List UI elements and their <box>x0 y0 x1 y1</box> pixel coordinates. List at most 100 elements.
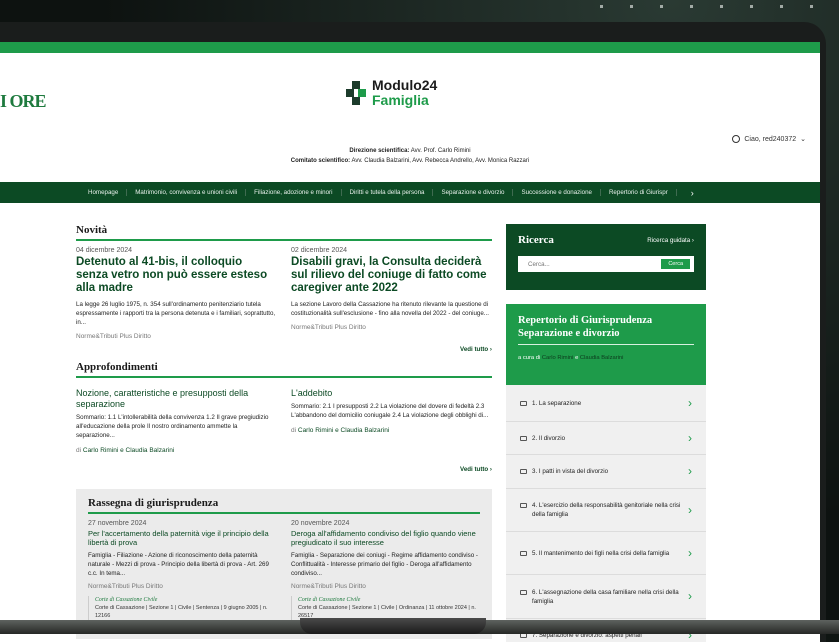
repertorio-item[interactable]: 2. Il divorzio › <box>506 422 706 455</box>
search-panel: Ricerca Ricerca guidata › Cerca <box>506 224 706 290</box>
nav-item-filiazione[interactable]: Filiazione, adozione e minori <box>246 189 342 196</box>
user-icon <box>732 135 741 143</box>
laptop-frame: I ORE Modulo24 Famiglia Ciao, red240372 … <box>0 22 826 642</box>
news-card: 02 dicembre 2024 Disabili gravi, la Cons… <box>291 247 492 340</box>
section-title-novita: Novità <box>76 224 492 241</box>
guided-search-link[interactable]: Ricerca guidata › <box>647 237 694 244</box>
nav-item-diritti[interactable]: Diritti e tutela della persona <box>342 189 434 196</box>
approfondimenti-see-all-link[interactable]: Vedi tutto › <box>76 466 492 473</box>
brand-logo[interactable]: Modulo24 Famiglia <box>346 78 437 107</box>
repertorio-item[interactable]: 6. L'assegnazione della casa familiare n… <box>506 575 706 619</box>
user-greeting: Ciao, red240372 <box>744 135 797 143</box>
section-title-approfondimenti: Approfondimenti <box>76 361 492 378</box>
folder-icon <box>520 435 527 441</box>
direzione-value: Avv. Prof. Carlo Rimini <box>410 148 471 154</box>
repertorio-item[interactable]: 1. La separazione › <box>506 385 706 422</box>
article-card: L'addebito Sommario: 2.1 I presupposti 2… <box>291 388 492 454</box>
article-authors: di Carlo Rimini e Claudia Balzarini <box>291 427 390 434</box>
user-menu[interactable]: Ciao, red240372 ⌄ <box>732 135 806 143</box>
case-date: 27 novembre 2024 <box>88 520 147 527</box>
top-stripe <box>0 42 820 53</box>
repertorio-item[interactable]: 3. I patti in vista del divorzio › <box>506 455 706 489</box>
article-authors: di Carlo Rimini e Claudia Balzarini <box>76 447 175 454</box>
browser-screen: I ORE Modulo24 Famiglia Ciao, red240372 … <box>0 42 820 642</box>
repertorio-panel: Repertorio di Giurisprudenza Separazione… <box>506 304 706 385</box>
folder-icon <box>520 503 527 508</box>
decorative-dots <box>600 5 830 8</box>
folder-icon <box>520 550 527 556</box>
chevron-right-icon: › <box>688 589 692 603</box>
section-title-rassegna: Rassegna di giurisprudenza <box>88 497 480 514</box>
news-summary: La legge 26 luglio 1975, n. 354 sull'ord… <box>76 301 276 326</box>
news-source: Norme&Tributi Plus Diritto <box>76 333 151 340</box>
chevron-right-icon: › <box>688 395 692 410</box>
repertorio-list: 1. La separazione › 2. Il divorzio › 3. … <box>506 385 706 642</box>
news-source: Norme&Tributi Plus Diritto <box>291 324 366 331</box>
chevron-right-icon: › <box>688 430 692 445</box>
case-card: 27 novembre 2024 Per l'accertamento dell… <box>88 520 277 620</box>
case-citation[interactable]: Corte di Cassazione | Sezione 1 | Civile… <box>95 604 277 620</box>
search-input[interactable] <box>528 260 648 268</box>
repertorio-item[interactable]: 4. L'esercizio della responsabilità geni… <box>506 489 706 532</box>
case-source: Norme&Tributi Plus Diritto <box>291 583 366 590</box>
article-summary: Sommario: 1.1 L'intollerabilità della co… <box>76 414 269 439</box>
site-header: I ORE Modulo24 Famiglia Ciao, red240372 … <box>0 53 820 161</box>
news-card: 04 dicembre 2024 Detenuto al 41-bis, il … <box>76 247 277 340</box>
article-summary: Sommario: 2.1 I presupposti 2.2 La viola… <box>291 403 489 419</box>
news-headline[interactable]: Detenuto al 41-bis, il colloquio senza v… <box>76 256 277 295</box>
nav-item-repertorio[interactable]: Repertorio di Giurispr <box>601 189 677 196</box>
chevron-right-icon[interactable]: › <box>691 188 694 198</box>
case-court: Corte di Cassazione Civile <box>298 597 361 603</box>
repertorio-author-1[interactable]: Carlo Rimini <box>542 355 574 361</box>
repertorio-authors: a cura di Carlo Rimini e Claudia Balzari… <box>518 355 624 361</box>
search-button[interactable]: Cerca <box>661 259 690 269</box>
article-authors-link[interactable]: Carlo Rimini e Claudia Balzarini <box>83 447 174 454</box>
search-bar: Cerca <box>518 256 694 272</box>
nav-item-successione[interactable]: Successione e donazione <box>513 189 601 196</box>
article-headline[interactable]: Nozione, caratteristiche e presupposti d… <box>76 388 277 410</box>
folder-icon <box>520 589 527 595</box>
case-reference: Corte di Cassazione Civile Corte di Cass… <box>88 596 277 620</box>
search-title: Ricerca <box>518 234 554 246</box>
nav-item-matrimonio[interactable]: Matrimonio, convivenza e unioni civili <box>127 189 247 196</box>
news-headline[interactable]: Disabili gravi, la Consulta deciderà sul… <box>291 256 492 295</box>
chevron-right-icon: › <box>688 502 692 517</box>
laptop-hinge <box>300 618 486 634</box>
comitato-value: Avv. Claudia Balzarini, Avv. Rebecca And… <box>351 158 530 164</box>
case-date: 20 novembre 2024 <box>291 520 350 527</box>
case-summary: Famiglia - Filiazione - Azione di ricono… <box>88 552 269 577</box>
folder-icon <box>520 400 527 406</box>
article-headline[interactable]: L'addebito <box>291 388 492 399</box>
rassegna-section: Rassegna di giurisprudenza 27 novembre 2… <box>76 489 492 639</box>
nav-item-homepage[interactable]: Homepage <box>80 189 128 196</box>
case-headline[interactable]: Deroga all'affidamento condiviso del fig… <box>291 529 480 547</box>
case-summary: Famiglia - Separazione dei coniugi - Reg… <box>291 552 478 577</box>
article-authors-link[interactable]: Carlo Rimini e Claudia Balzarini <box>298 427 389 434</box>
case-headline[interactable]: Per l'accertamento della paternità vige … <box>88 529 277 547</box>
news-date: 02 dicembre 2024 <box>291 247 348 254</box>
nav-item-separazione[interactable]: Separazione e divorzio <box>433 189 514 196</box>
chevron-right-icon: › <box>688 545 692 560</box>
main-content: Novità 04 dicembre 2024 Detenuto al 41-b… <box>76 224 492 639</box>
case-court: Corte di Cassazione Civile <box>95 597 158 603</box>
repertorio-title[interactable]: Repertorio di Giurisprudenza Separazione… <box>518 314 694 345</box>
folder-icon <box>520 469 527 474</box>
case-reference: Corte di Cassazione Civile Corte di Cass… <box>291 596 480 620</box>
repertorio-item[interactable]: 5. Il mantenimento dei figli nella crisi… <box>506 532 706 575</box>
brand-mark-icon <box>346 80 366 105</box>
chevron-down-icon: ⌄ <box>800 136 806 143</box>
case-source: Norme&Tributi Plus Diritto <box>88 583 163 590</box>
sidebar: Ricerca Ricerca guidata › Cerca Repertor… <box>506 224 706 642</box>
chevron-right-icon: › <box>688 464 692 478</box>
news-summary: La sezione Lavoro della Cassazione ha ri… <box>291 301 489 317</box>
article-card: Nozione, caratteristiche e presupposti d… <box>76 388 277 454</box>
scientific-credits: Direzione scientifica: Avv. Prof. Carlo … <box>0 146 820 166</box>
direzione-label: Direzione scientifica: <box>349 148 410 154</box>
brand-subname: Famiglia <box>372 92 429 108</box>
novita-see-all-link[interactable]: Vedi tutto › <box>76 346 492 353</box>
brand-name: Modulo24 <box>372 77 438 93</box>
repertorio-author-2[interactable]: Claudia Balzarini <box>580 355 624 361</box>
publisher-logo[interactable]: I ORE <box>0 91 47 112</box>
news-date: 04 dicembre 2024 <box>76 247 133 254</box>
main-nav: Homepage Matrimonio, convivenza e unioni… <box>0 182 820 203</box>
